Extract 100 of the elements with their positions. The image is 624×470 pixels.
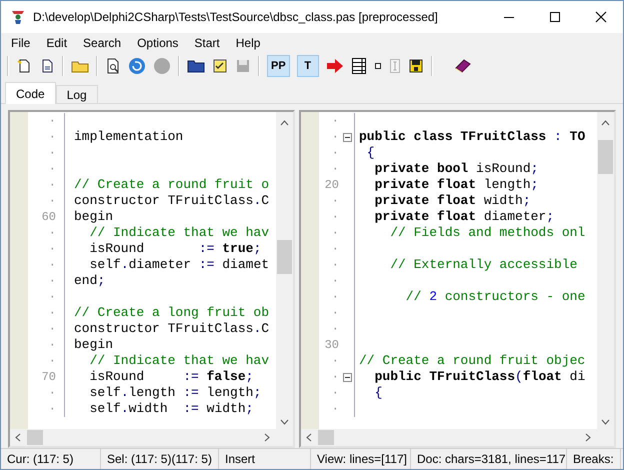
scroll-thumb[interactable] <box>27 430 43 445</box>
line-number: · <box>48 242 56 256</box>
line-number: 30 <box>324 338 339 352</box>
save-icon[interactable] <box>408 58 424 74</box>
line-number: · <box>48 322 56 336</box>
code-line: // Indicate that we hav <box>88 353 270 369</box>
line-number: · <box>48 146 56 160</box>
line-number: · <box>332 114 339 128</box>
line-number: 70 <box>42 370 56 384</box>
collapse-icon[interactable] <box>343 372 352 382</box>
code-line: begin <box>74 209 114 225</box>
menu-item[interactable]: Options <box>129 36 186 50</box>
line-number: · <box>332 306 339 320</box>
line-number: 20 <box>324 178 339 192</box>
line-number: · <box>332 162 339 176</box>
code-line: private float length; <box>374 177 538 193</box>
code-line: end; <box>74 273 106 289</box>
line-number: · <box>332 226 339 240</box>
line-number: 60 <box>42 210 56 224</box>
toggle-button[interactable]: T <box>296 55 319 77</box>
code-line: { <box>366 145 375 161</box>
scroll-down-icon[interactable] <box>601 419 610 425</box>
vertical-scrollbar[interactable] <box>597 112 614 429</box>
toggle-button[interactable]: PP <box>267 55 290 77</box>
code-line: private float width; <box>374 193 531 209</box>
status-text: Sel: (117: 5)(117: 5) <box>107 452 212 466</box>
line-number: · <box>332 130 339 144</box>
tab[interactable]: Log <box>56 85 98 103</box>
line-number: · <box>332 242 339 256</box>
scroll-right-icon[interactable] <box>264 433 270 442</box>
code-line: public class TFruitClass : TO <box>359 129 586 145</box>
status-text: Doc: chars=3181, lines=117 <box>417 452 566 466</box>
line-number: · <box>332 370 339 384</box>
scroll-thumb[interactable] <box>598 140 613 174</box>
tab[interactable]: Code <box>5 82 56 104</box>
line-number: · <box>332 386 339 400</box>
scroll-down-icon[interactable] <box>280 419 289 425</box>
code-line: // Externally accessible <box>389 257 578 273</box>
line-number: · <box>48 386 56 400</box>
code-line: // Fields and methods onl <box>389 225 586 241</box>
code-line: // Indicate that we hav <box>88 225 270 241</box>
line-number: · <box>332 290 339 304</box>
line-number: · <box>48 114 56 128</box>
window-title: D:\develop\Delphi2CSharp\Tests\TestSource\dbsc_class.pas [preprocessed] <box>33 10 438 24</box>
line-number: · <box>48 194 56 208</box>
line-number: · <box>48 306 56 320</box>
line-number: · <box>332 146 339 160</box>
code-line: isRound := false; <box>88 369 254 385</box>
book-icon[interactable] <box>454 58 472 74</box>
code-editor[interactable] <box>8 110 295 448</box>
code-line: // Create a long fruit ob <box>74 305 270 321</box>
scroll-up-icon[interactable] <box>280 120 289 126</box>
menu-item[interactable]: Help <box>228 36 268 50</box>
scroll-left-icon[interactable] <box>15 433 21 442</box>
checklist-icon[interactable] <box>212 58 228 74</box>
line-number: · <box>332 402 339 416</box>
scroll-thumb[interactable] <box>318 430 334 445</box>
code-editor[interactable] <box>299 110 616 448</box>
scroll-thumb[interactable] <box>277 240 292 274</box>
code-line: isRound := true; <box>88 241 262 257</box>
app-icon <box>10 9 26 25</box>
vertical-scrollbar[interactable] <box>276 112 293 429</box>
code-line: private bool isRound; <box>374 161 538 177</box>
line-number: · <box>332 322 339 336</box>
line-number: · <box>332 274 339 288</box>
line-number: · <box>332 354 339 368</box>
new-file-icon[interactable] <box>16 58 32 74</box>
square-icon[interactable] <box>374 62 382 70</box>
menu-item[interactable]: Search <box>75 36 130 50</box>
menu-item[interactable]: Start <box>186 36 228 50</box>
status-text: View: lines=[117] <box>317 452 407 466</box>
folder-icon[interactable] <box>187 58 205 74</box>
status-text: Insert <box>225 452 256 466</box>
code-line: { <box>374 385 382 401</box>
scroll-right-icon[interactable] <box>585 433 591 442</box>
status-text: Breaks: <box>573 452 614 466</box>
code-line: constructor TFruitClass.C <box>74 193 270 209</box>
list-icon[interactable] <box>350 57 367 75</box>
collapse-icon[interactable] <box>343 132 352 142</box>
close-icon[interactable] <box>595 11 607 23</box>
scroll-up-icon[interactable] <box>601 120 610 126</box>
code-line: // Create a round fruit o <box>74 177 270 193</box>
line-number: · <box>48 178 56 192</box>
line-number: · <box>48 338 56 352</box>
refresh-icon[interactable] <box>128 57 146 75</box>
code-line: self.length := length; <box>88 385 262 401</box>
line-number: · <box>48 274 56 288</box>
code-line: // Create a round fruit objec <box>359 353 586 369</box>
code-line: self.width := width; <box>88 401 254 417</box>
menu-item[interactable]: File <box>3 36 38 50</box>
menu-item[interactable]: Edit <box>38 36 76 50</box>
arrow-icon[interactable] <box>326 58 344 74</box>
scroll-left-icon[interactable] <box>306 433 312 442</box>
line-number: · <box>48 290 56 304</box>
code-line: constructor TFruitClass.C <box>74 321 270 337</box>
maximize-icon[interactable] <box>549 11 561 23</box>
code-line: // 2 constructors - one <box>404 289 586 305</box>
status-text: Cur: (117: 5) <box>7 452 74 466</box>
line-number: · <box>48 162 56 176</box>
preview-icon[interactable] <box>105 58 121 74</box>
